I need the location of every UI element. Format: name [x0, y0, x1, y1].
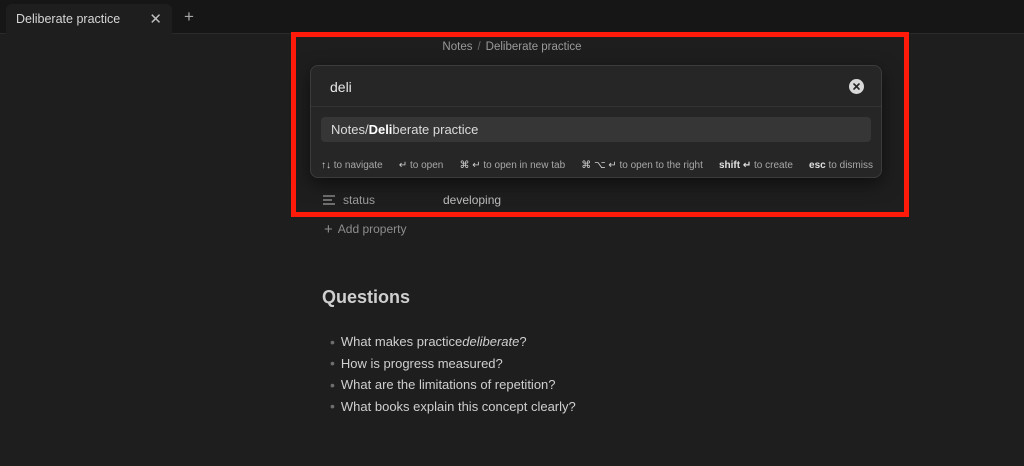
- clear-search-button[interactable]: [849, 79, 864, 94]
- breadcrumb-folder[interactable]: Notes: [442, 41, 472, 53]
- hint-open-right: ⌘ ⌥ ↵ to open to the right: [581, 159, 703, 171]
- text-lines-icon: [323, 195, 335, 205]
- hint-create: shift ↵ to create: [718, 159, 793, 171]
- list-item: • What makes practice deliberate?: [330, 333, 527, 350]
- bullet-icon: •: [330, 333, 335, 350]
- tab-title: Deliberate practice: [16, 12, 121, 26]
- plus-icon: +: [184, 7, 194, 26]
- hint-dismiss: esc to dismiss: [809, 159, 873, 171]
- keyboard-hints: ↑↓ to navigate ↵ to open ⌘ ↵ to open in …: [321, 158, 873, 172]
- search-row: [311, 66, 881, 107]
- close-icon[interactable]: ✕: [149, 12, 162, 27]
- clear-icon: [853, 83, 860, 90]
- breadcrumb-note: Deliberate practice: [485, 41, 582, 53]
- property-status-row[interactable]: status developing: [322, 190, 501, 210]
- property-name: status: [343, 193, 376, 207]
- bullet-icon: •: [330, 355, 335, 372]
- search-result-item[interactable]: Notes/Deli berate practice: [321, 117, 871, 142]
- hint-open-new-tab: ⌘ ↵ to open in new tab: [459, 159, 566, 171]
- tab-bar: Deliberate practice ✕ +: [0, 0, 1024, 34]
- bullet-icon: •: [330, 398, 335, 415]
- search-input[interactable]: [330, 76, 830, 98]
- property-value[interactable]: developing: [443, 193, 501, 207]
- hint-navigate: ↑↓ to navigate: [321, 159, 383, 171]
- match-highlight: Deli: [368, 122, 393, 137]
- tab-deliberate-practice[interactable]: Deliberate practice ✕: [6, 4, 172, 34]
- list-item: • How is progress measured?: [330, 355, 503, 372]
- section-heading: Questions: [322, 287, 411, 307]
- plus-icon: +: [324, 220, 333, 238]
- list-item: • What books explain this concept clearly…: [330, 398, 576, 415]
- quick-switcher: Notes/Deliberate practice ↑↓ to navigate…: [310, 65, 882, 178]
- breadcrumb-separator: /: [477, 41, 481, 53]
- question-list: • What makes practice deliberate? • How is…: [330, 331, 576, 417]
- add-property-label: Add property: [337, 222, 407, 236]
- bullet-icon: •: [330, 376, 335, 393]
- list-item: • What are the limitations of repetition?: [330, 376, 556, 393]
- hint-open: ↵ to open: [398, 159, 444, 171]
- add-property-button[interactable]: + Add property: [324, 220, 406, 238]
- breadcrumb: Notes / Deliberate practice: [0, 41, 1024, 53]
- new-tab-button[interactable]: +: [178, 6, 200, 28]
